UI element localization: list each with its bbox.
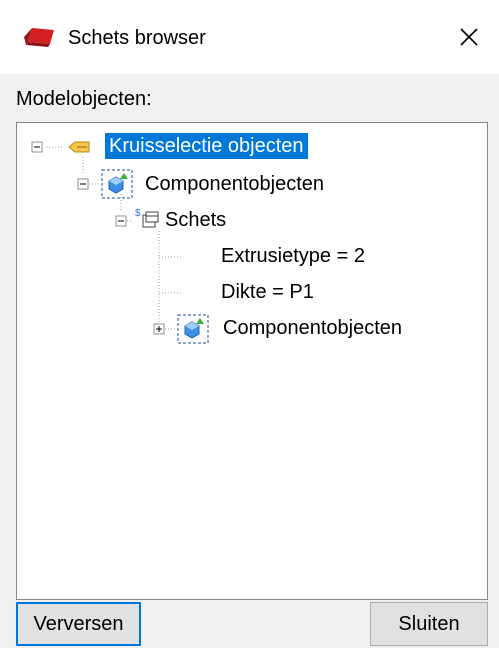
- tree-node-extrusietype[interactable]: Extrusietype = 2: [221, 243, 365, 269]
- svg-text:$: $: [135, 208, 141, 219]
- component-icon: [101, 169, 133, 199]
- tree-node-dikte[interactable]: Dikte = P1: [221, 279, 314, 305]
- collapse-root-toggle: [31, 141, 43, 153]
- tree-node-componentobjecten[interactable]: Componentobjecten: [145, 171, 324, 197]
- close-window-button[interactable]: [452, 20, 486, 54]
- refresh-button[interactable]: Verversen: [16, 602, 141, 646]
- red-book-icon: [24, 28, 54, 47]
- close-icon: [460, 28, 478, 46]
- close-button[interactable]: Sluiten: [370, 602, 488, 646]
- component-icon: [177, 314, 209, 344]
- tree-node-schets[interactable]: Schets: [165, 207, 226, 233]
- model-objects-label: Modelobjecten:: [16, 88, 152, 110]
- selection-icon: [68, 141, 90, 153]
- tree-node-componentobjecten-child[interactable]: Componentobjecten: [223, 315, 402, 341]
- title-bar: Schets browser: [0, 0, 499, 74]
- window-title: Schets browser: [68, 27, 206, 49]
- tree-node-kruisselectie-objecten[interactable]: Kruisselectie objecten: [105, 133, 308, 159]
- sketch-icon: $: [135, 208, 159, 228]
- model-objects-tree[interactable]: Kruisselectie objecten Componentobjecten…: [16, 122, 488, 600]
